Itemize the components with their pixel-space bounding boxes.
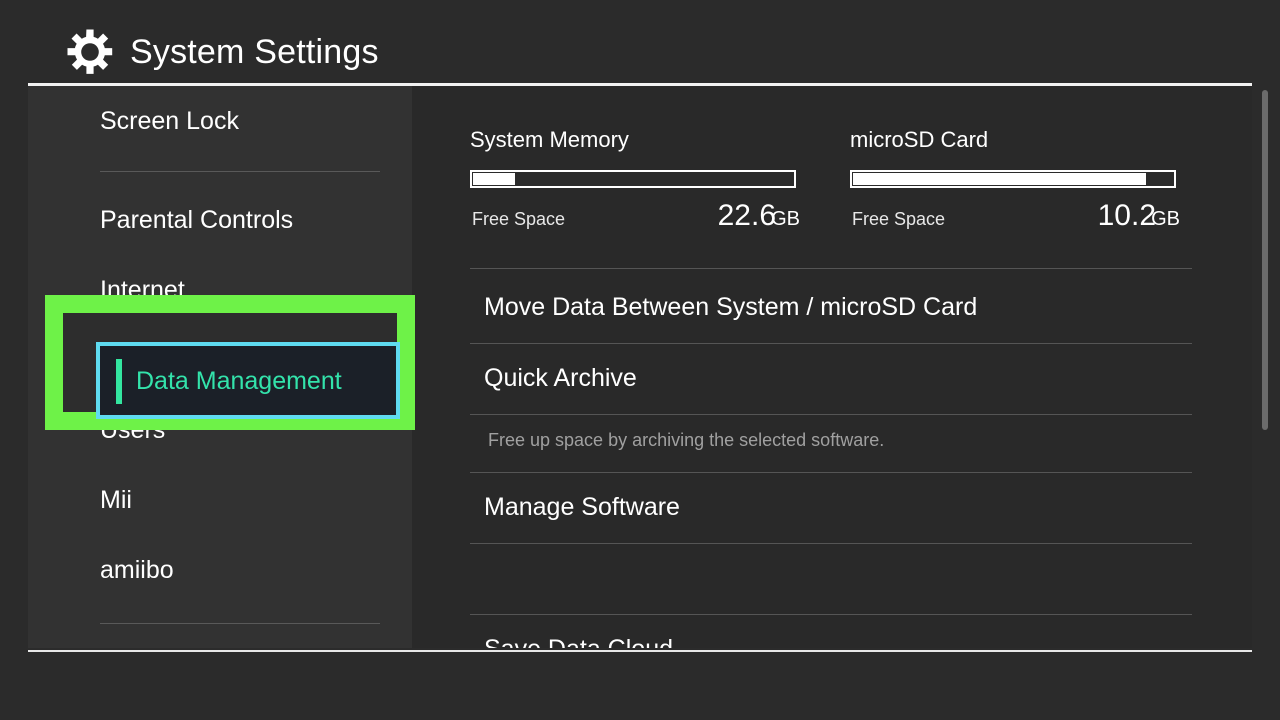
storage-meter-system-memory: System Memory Free Space 22.6 GB [470,126,800,235]
storage-bar-fill [473,173,515,185]
meter-footer: Free Space 22.6 GB [470,199,800,235]
free-space-unit: GB [771,208,800,230]
free-space-value: 22.6 [717,199,776,232]
sidebar-divider [100,623,380,624]
sidebar-item-label: Mii [100,485,132,514]
page-title: System Settings [130,33,379,71]
selection-accent-bar [116,359,122,404]
storage-meter-microsd-card: microSD Card Free Space 10.2 GB [850,126,1180,235]
sidebar-item-parental-controls[interactable]: Parental Controls [28,189,412,251]
row-divider [470,268,1192,269]
row-quick-archive[interactable]: Quick Archive [412,343,1252,414]
meter-footer: Free Space 10.2 GB [850,199,1180,235]
meter-title: microSD Card [850,127,989,152]
header-bar: System Settings [0,0,1280,86]
meter-title: System Memory [470,127,629,152]
sidebar-divider [100,171,380,172]
storage-bar-system-memory [470,170,796,188]
sidebar-item-label: Screen Lock [100,106,239,135]
row-label: Manage Software [484,493,680,521]
free-space-label: Free Space [852,209,946,229]
row-manage-software[interactable]: Manage Software [412,472,1252,543]
selected-sidebar-item-data-management[interactable]: Data Management [96,342,400,419]
free-space-value: 10.2 [1097,199,1156,232]
free-space-unit: GB [1151,208,1180,230]
scrollbar-thumb[interactable] [1262,90,1268,430]
row-description: Free up space by archiving the selected … [488,429,885,450]
selected-item-label: Data Management [136,367,342,395]
system-settings-screen: System Settings Screen Lock Parental Con… [0,0,1280,720]
sidebar-item-screen-lock[interactable]: Screen Lock [28,90,412,152]
row-quick-archive-description: Free up space by archiving the selected … [412,414,1252,466]
sidebar-item-amiibo[interactable]: amiibo [28,539,412,601]
gear-icon [67,29,113,74]
row-label: Move Data Between System / microSD Card [484,293,978,321]
row-move-data[interactable]: Move Data Between System / microSD Card [412,272,1252,343]
storage-bar-fill [853,173,1147,185]
row-save-data-cloud[interactable]: Save Data Cloud [412,614,1252,648]
sidebar-item-label: amiibo [100,555,174,584]
row-label: Save Data Cloud [484,635,673,648]
data-management-panel: System Memory Free Space 22.6 GB microSD… [412,86,1252,648]
free-space-label: Free Space [472,209,566,229]
annotation-highlight-box: Data Management [45,295,415,430]
storage-bar-microsd-card [850,170,1176,188]
row-empty[interactable] [412,543,1252,614]
footer-bar: B Back A OK [0,652,1280,720]
annotation-inner-gap: Data Management [63,313,400,419]
row-label: Quick Archive [484,364,637,392]
sidebar-item-mii[interactable]: Mii [28,469,412,531]
sidebar-item-label: Parental Controls [100,205,294,234]
